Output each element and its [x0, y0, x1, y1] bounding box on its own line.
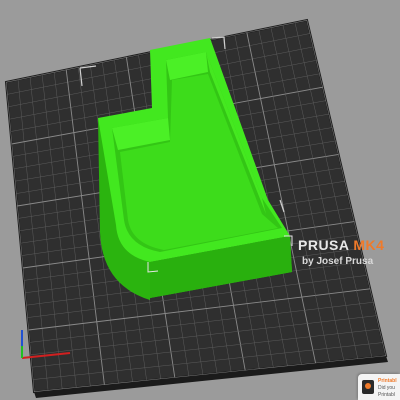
notification-title: Printabl: [378, 378, 397, 384]
bed-brand-label: PRUSA MK4: [298, 238, 384, 252]
printables-notification[interactable]: Printabl Did you Printabl: [358, 374, 400, 400]
notification-line-2: Printabl: [378, 392, 395, 398]
3d-viewport[interactable]: [0, 0, 400, 400]
notification-line-1: Did you: [378, 385, 395, 391]
bed-subtitle: by Josef Prusa: [302, 256, 374, 267]
printables-logo-icon: [362, 380, 374, 394]
bed-model: MK4: [353, 237, 385, 253]
bed-brand: PRUSA: [298, 237, 349, 253]
